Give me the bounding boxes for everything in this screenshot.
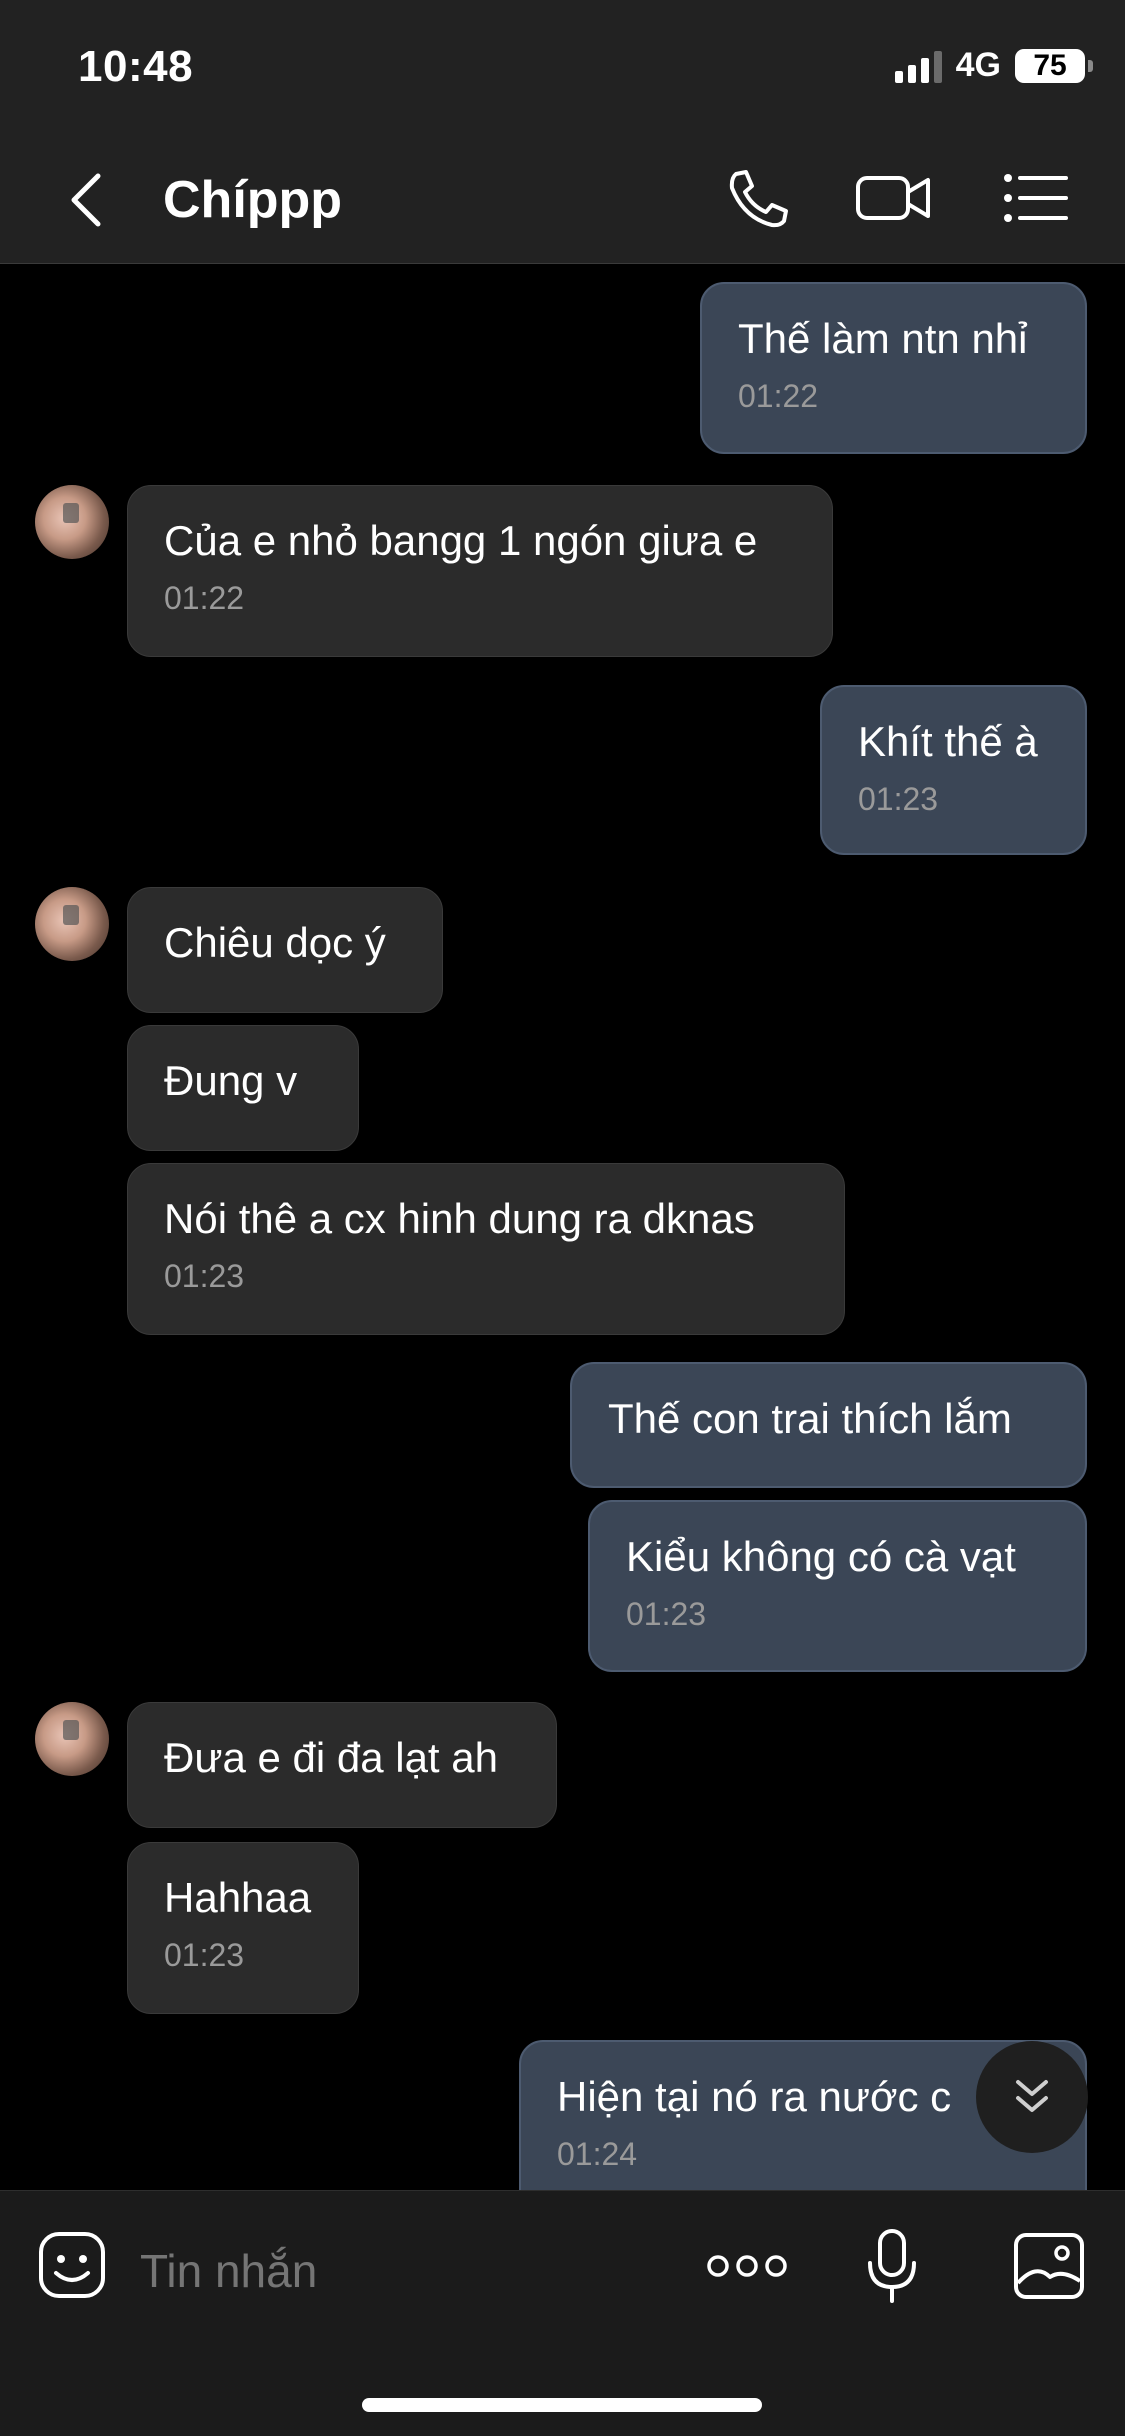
more-dots-icon bbox=[707, 2255, 787, 2277]
voice-message-button[interactable] bbox=[864, 2227, 920, 2312]
back-button[interactable] bbox=[62, 168, 112, 232]
message-bubble-outgoing[interactable]: Khít thế à 01:23 bbox=[820, 685, 1087, 855]
voice-call-button[interactable] bbox=[722, 166, 796, 230]
message-text: Thế con trai thích lắm bbox=[608, 1395, 1012, 1442]
message-text: Kiểu không có cà vạt bbox=[626, 1533, 1016, 1580]
top-bar: 10:48 4G 75 Chíppp bbox=[0, 0, 1125, 264]
message-time: 01:23 bbox=[858, 781, 939, 817]
emoji-sticker-icon bbox=[39, 2232, 105, 2298]
message-bubble-incoming[interactable]: Chiêu dọc ý bbox=[127, 887, 443, 1013]
message-text: Đưa e đi đa lạt ah bbox=[164, 1734, 498, 1781]
gallery-button[interactable] bbox=[1012, 2231, 1086, 2306]
message-bubble-outgoing[interactable]: Thế con trai thích lắm bbox=[570, 1362, 1087, 1488]
microphone-icon bbox=[868, 2229, 916, 2303]
chevron-left-icon bbox=[71, 173, 101, 227]
contact-avatar[interactable] bbox=[35, 887, 109, 961]
contact-avatar[interactable] bbox=[35, 1702, 109, 1776]
conversation-menu-button[interactable] bbox=[1000, 166, 1074, 230]
message-text: Khít thế à bbox=[858, 718, 1038, 765]
battery-level: 75 bbox=[1033, 48, 1067, 82]
message-text: Đung v bbox=[164, 1057, 298, 1104]
message-bubble-incoming[interactable]: Nói thê a cx hinh dung ra dknas 01:23 bbox=[127, 1163, 845, 1335]
message-time: 01:23 bbox=[164, 1937, 245, 1973]
message-time: 01:23 bbox=[164, 1258, 245, 1294]
message-bubble-incoming[interactable]: Đung v bbox=[127, 1025, 359, 1151]
message-list[interactable]: Thế làm ntn nhỉ 01:22 Của e nhỏ bangg 1 … bbox=[0, 265, 1125, 2190]
home-indicator[interactable] bbox=[362, 2398, 762, 2412]
signal-icon bbox=[894, 49, 942, 83]
message-text: Hahhaa bbox=[164, 1874, 312, 1921]
contact-name[interactable]: Chíppp bbox=[163, 170, 342, 230]
message-bubble-incoming[interactable]: Hahhaa 01:23 bbox=[127, 1842, 359, 2014]
message-time: 01:22 bbox=[164, 580, 245, 616]
phone-icon bbox=[729, 170, 788, 228]
contact-avatar[interactable] bbox=[35, 485, 109, 559]
battery-icon: 75 bbox=[1015, 48, 1093, 83]
video-camera-icon bbox=[856, 176, 930, 220]
message-bubble-outgoing[interactable]: Thế làm ntn nhỉ 01:22 bbox=[700, 282, 1087, 454]
message-bubble-incoming[interactable]: Của e nhỏ bangg 1 ngón giưa e 01:22 bbox=[127, 485, 833, 657]
message-bubble-outgoing[interactable]: Kiểu không có cà vạt 01:23 bbox=[588, 1500, 1087, 1672]
status-time: 10:48 bbox=[78, 42, 194, 91]
message-text: Chiêu dọc ý bbox=[164, 919, 386, 966]
message-text: Nói thê a cx hinh dung ra dknas bbox=[164, 1195, 755, 1242]
message-text: Của e nhỏ bangg 1 ngón giưa e bbox=[164, 517, 758, 564]
message-input[interactable] bbox=[140, 2231, 660, 2311]
list-menu-icon bbox=[1004, 174, 1068, 222]
status-indicators: 4G 75 bbox=[894, 46, 1093, 85]
video-call-button[interactable] bbox=[854, 166, 930, 230]
scroll-to-bottom-button[interactable] bbox=[976, 2041, 1088, 2153]
message-bubble-incoming[interactable]: Đưa e đi đa lạt ah bbox=[127, 1702, 557, 1828]
message-time: 01:24 bbox=[557, 2136, 638, 2172]
message-time: 01:22 bbox=[738, 378, 819, 414]
network-type: 4G bbox=[955, 46, 1001, 84]
message-time: 01:23 bbox=[626, 1596, 707, 1632]
sticker-button[interactable] bbox=[36, 2229, 108, 2306]
chevron-double-down-icon bbox=[1016, 2080, 1048, 2112]
image-gallery-icon bbox=[1014, 2233, 1084, 2299]
more-options-button[interactable] bbox=[706, 2251, 788, 2286]
message-text: Thế làm ntn nhỉ bbox=[738, 315, 1028, 362]
